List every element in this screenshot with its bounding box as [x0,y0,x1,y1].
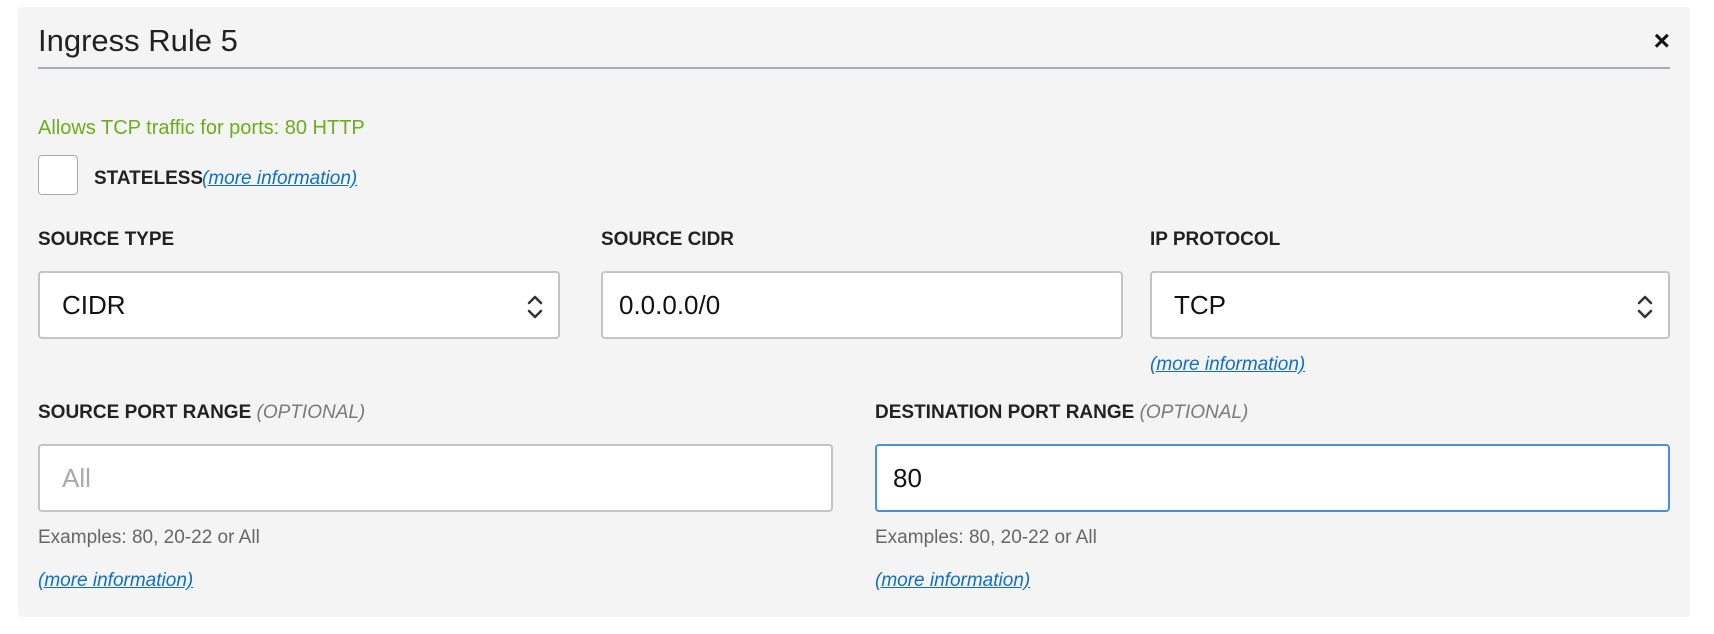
ip-protocol-select[interactable]: TCP [1150,271,1670,339]
source-port-range-input[interactable] [62,462,831,494]
source-cidr-field[interactable] [601,271,1123,339]
source-port-range-hint: Examples: 80, 20-22 or All [38,527,260,548]
ip-protocol-label: IP PROTOCOL [1150,229,1281,250]
destination-port-range-more-info-link[interactable]: (more information) [875,570,1030,592]
destination-port-range-field[interactable] [875,444,1670,512]
source-type-value: CIDR [62,289,126,320]
destination-port-range-input[interactable] [893,462,1668,494]
ip-protocol-more-info-link[interactable]: (more information) [1150,354,1305,376]
source-port-range-label-text: SOURCE PORT RANGE [38,402,252,423]
rule-summary: Allows TCP traffic for ports: 80 HTTP [38,117,365,139]
source-cidr-input[interactable] [619,289,1121,321]
source-port-range-label: SOURCE PORT RANGE (OPTIONAL) [38,402,365,424]
destination-port-range-label: DESTINATION PORT RANGE (OPTIONAL) [875,402,1248,424]
stateless-more-info-link[interactable]: (more information) [202,168,357,190]
source-cidr-label: SOURCE CIDR [601,229,735,250]
source-port-range-more-info-link[interactable]: (more information) [38,570,193,592]
destination-port-range-label-text: DESTINATION PORT RANGE [875,402,1135,423]
source-type-select[interactable]: CIDR [38,271,560,339]
destination-port-range-optional: (OPTIONAL) [1139,402,1249,423]
rule-title: Ingress Rule 5 [38,23,238,58]
title-divider [38,67,1670,69]
source-type-label: SOURCE TYPE [38,229,175,250]
close-icon[interactable]: × [1654,27,1670,55]
select-caret-icon [1637,295,1653,319]
source-port-range-field[interactable] [38,444,833,512]
stateless-label: STATELESS [94,168,204,189]
stateless-checkbox[interactable] [38,155,78,195]
source-port-range-optional: (OPTIONAL) [256,402,366,423]
ingress-rule-panel: Ingress Rule 5 × Allows TCP traffic for … [18,7,1690,617]
ip-protocol-value: TCP [1174,289,1226,320]
select-caret-icon [527,295,543,319]
destination-port-range-hint: Examples: 80, 20-22 or All [875,527,1097,548]
